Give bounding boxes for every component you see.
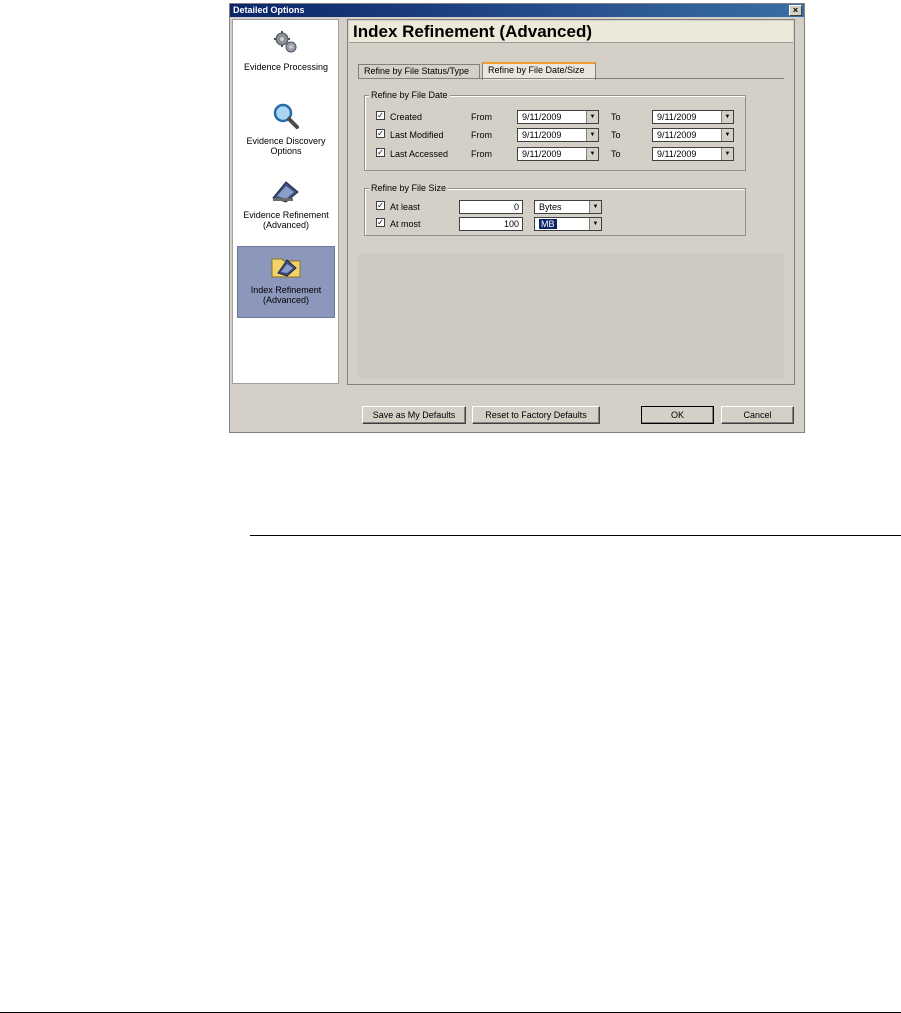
tab-divider [358,78,784,79]
dropdown-arrow-icon: ▼ [586,148,598,160]
date-value: 9/11/2009 [522,130,562,140]
date-value: 9/11/2009 [657,149,697,159]
stapler-icon [272,181,299,203]
dropdown-arrow-icon: ▼ [586,111,598,123]
main-panel: Index Refinement (Advanced) Refine by Fi… [347,19,795,385]
reset-to-factory-defaults-button[interactable]: Reset to Factory Defaults [472,406,600,424]
file-date-group: Refine by File Date ✓ Created From 9/11/… [364,90,746,171]
to-label: To [611,149,621,159]
at-least-unit-select[interactable]: Bytes ▼ [534,200,602,214]
created-checkbox[interactable]: ✓ [376,111,385,120]
dropdown-arrow-icon: ▼ [586,129,598,141]
unit-value: Bytes [539,202,562,212]
dropdown-arrow-icon: ▼ [721,129,733,141]
last-modified-label: Last Modified [390,130,444,140]
dropdown-arrow-icon: ▼ [721,148,733,160]
folder-stapler-icon [271,258,301,278]
file-size-legend: Refine by File Size [369,183,449,193]
created-to-date[interactable]: 9/11/2009 ▼ [652,110,734,124]
last-modified-to-date[interactable]: 9/11/2009 ▼ [652,128,734,142]
tab-content-empty-area [358,254,784,378]
unit-value: MB [539,219,557,229]
nav-item-index-refinement[interactable]: Index Refinement (Advanced) [237,246,335,318]
check-icon: ✓ [377,129,384,138]
options-nav: Evidence Processing Evidence Discovery O… [232,19,339,384]
check-icon: ✓ [377,218,384,227]
last-accessed-label: Last Accessed [390,149,449,159]
nav-item-evidence-processing[interactable]: Evidence Processing [237,30,335,72]
save-as-my-defaults-button[interactable]: Save as My Defaults [362,406,466,424]
at-most-size-input[interactable]: 100 [459,217,523,231]
nav-item-label: Evidence Refinement (Advanced) [243,210,329,230]
file-date-legend: Refine by File Date [369,90,450,100]
gears-icon [274,31,297,53]
date-value: 9/11/2009 [522,112,562,122]
dropdown-arrow-icon: ▼ [589,201,601,213]
nav-item-label: Evidence Discovery Options [246,136,326,156]
last-modified-from-date[interactable]: 9/11/2009 ▼ [517,128,599,142]
detailed-options-dialog: Detailed Options × Evidence Processing E… [229,3,805,433]
date-value: 9/11/2009 [657,130,697,140]
at-most-checkbox[interactable]: ✓ [376,218,385,227]
window-title: Detailed Options [233,5,305,15]
magnifier-icon [273,103,299,129]
check-icon: ✓ [377,148,384,157]
from-label: From [471,149,492,159]
at-most-unit-select[interactable]: MB ▼ [534,217,602,231]
last-modified-checkbox[interactable]: ✓ [376,129,385,138]
from-label: From [471,112,492,122]
last-accessed-to-date[interactable]: 9/11/2009 ▼ [652,147,734,161]
nav-item-evidence-discovery[interactable]: Evidence Discovery Options [237,102,335,156]
nav-item-label: Evidence Processing [243,62,329,72]
last-accessed-checkbox[interactable]: ✓ [376,148,385,157]
to-label: To [611,130,621,140]
dropdown-arrow-icon: ▼ [589,218,601,230]
close-icon: × [792,5,799,15]
created-label: Created [390,112,423,122]
date-value: 9/11/2009 [657,112,697,122]
at-most-label: At most [390,219,421,229]
at-least-checkbox[interactable]: ✓ [376,201,385,210]
date-value: 9/11/2009 [522,149,562,159]
check-icon: ✓ [377,201,384,210]
ok-button[interactable]: OK [641,406,714,424]
created-from-date[interactable]: 9/11/2009 ▼ [517,110,599,124]
check-icon: ✓ [377,111,384,120]
file-size-group: Refine by File Size ✓ At least 0 Bytes ▼ … [364,183,746,236]
to-label: To [611,112,621,122]
nav-item-label: Index Refinement (Advanced) [250,285,322,305]
cancel-button[interactable]: Cancel [721,406,794,424]
page-divider-line [250,535,901,536]
nav-item-evidence-refinement[interactable]: Evidence Refinement (Advanced) [237,178,335,230]
page-title: Index Refinement (Advanced) [349,21,793,43]
close-button[interactable]: × [789,5,802,16]
at-least-label: At least [390,202,421,212]
at-least-size-input[interactable]: 0 [459,200,523,214]
dropdown-arrow-icon: ▼ [721,111,733,123]
from-label: From [471,130,492,140]
tab-file-status-type[interactable]: Refine by File Status/Type [358,64,480,79]
last-accessed-from-date[interactable]: 9/11/2009 ▼ [517,147,599,161]
window-titlebar: Detailed Options × [230,4,804,17]
